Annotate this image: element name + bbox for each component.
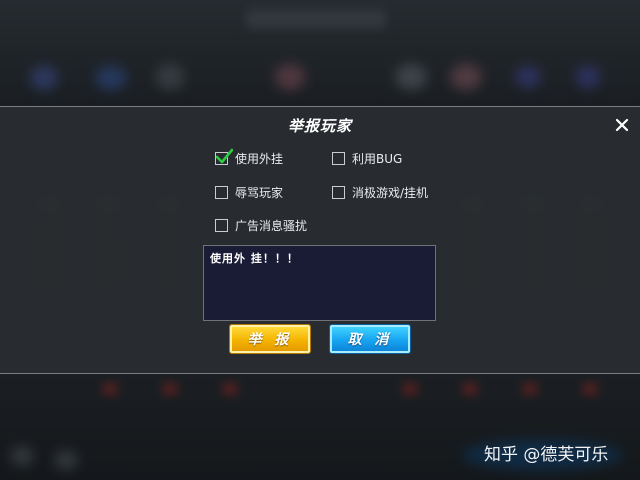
background-icon-blur bbox=[450, 64, 482, 90]
option-label: 广告消息骚扰 bbox=[235, 218, 308, 233]
checkmark-icon bbox=[215, 148, 233, 163]
cancel-button[interactable]: 取 消 bbox=[330, 325, 410, 353]
dialog-title: 举报玩家 bbox=[287, 117, 352, 135]
report-comment-input[interactable]: 使用外 挂！！！ bbox=[203, 245, 436, 321]
background-icon-blur bbox=[395, 64, 427, 90]
option-afk[interactable]: 消极游戏/挂机 bbox=[332, 183, 428, 201]
background-marker-blur bbox=[462, 382, 478, 396]
background-marker-blur bbox=[102, 382, 118, 396]
background-icon-blur bbox=[155, 64, 185, 90]
background-icon-blur bbox=[30, 66, 58, 90]
background-icon-blur bbox=[515, 66, 541, 88]
background-marker-blur bbox=[582, 382, 598, 396]
option-label: 利用BUG bbox=[352, 151, 403, 166]
watermark: 知乎 @德芙可乐 bbox=[484, 445, 609, 465]
option-bug-abuse[interactable]: 利用BUG bbox=[332, 149, 402, 167]
checkbox-bug-abuse[interactable] bbox=[332, 151, 345, 165]
checkbox-afk[interactable] bbox=[332, 185, 345, 199]
option-label: 辱骂玩家 bbox=[235, 185, 284, 200]
option-label: 使用外挂 bbox=[235, 151, 284, 166]
close-icon bbox=[615, 118, 629, 132]
report-player-dialog: 举报玩家 使用外挂 利用BUG 辱骂玩家 消极游戏/挂机 广告消息骚扰 使用外 … bbox=[0, 106, 640, 374]
checkbox-spam[interactable] bbox=[215, 218, 228, 232]
background-icon-blur bbox=[10, 446, 34, 466]
background-marker-blur bbox=[222, 382, 238, 396]
background-title-blur bbox=[246, 10, 386, 28]
background-icon-blur bbox=[575, 66, 601, 88]
background-icon-blur bbox=[54, 450, 78, 470]
checkbox-cheating[interactable] bbox=[215, 148, 233, 165]
background-marker-blur bbox=[522, 382, 538, 396]
background-marker-blur bbox=[402, 382, 418, 396]
report-button[interactable]: 举 报 bbox=[230, 325, 310, 353]
option-abuse[interactable]: 辱骂玩家 bbox=[215, 183, 283, 201]
option-label: 消极游戏/挂机 bbox=[352, 185, 429, 200]
checkbox-abuse[interactable] bbox=[215, 185, 228, 199]
background-marker-blur bbox=[162, 382, 178, 396]
background-icon-blur bbox=[275, 64, 305, 90]
option-spam[interactable]: 广告消息骚扰 bbox=[215, 216, 307, 234]
background-icon-blur bbox=[95, 66, 127, 90]
close-button[interactable] bbox=[612, 115, 632, 135]
option-cheating[interactable]: 使用外挂 bbox=[215, 148, 284, 167]
